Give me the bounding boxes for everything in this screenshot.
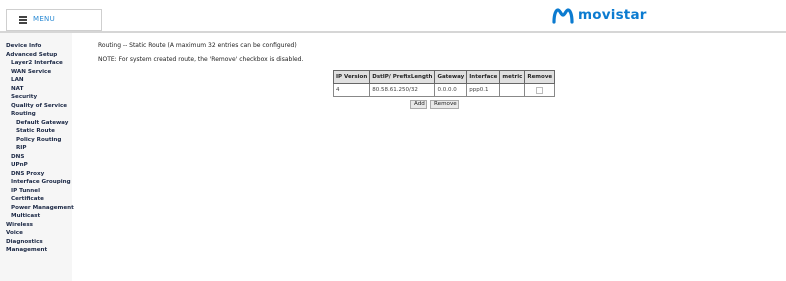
gateway-cell: 0.0.0.0 <box>434 83 468 97</box>
sidebar-item-diagnostics[interactable]: Diagnostics <box>6 239 43 245</box>
remove-cell <box>524 83 556 97</box>
column-header: DstIP/ PrefixLength <box>369 70 436 84</box>
sidebar-item-default-gateway[interactable]: Default Gateway <box>16 120 68 126</box>
sidebar-item-wan-service[interactable]: WAN Service <box>11 69 51 75</box>
sidebar-item-multicast[interactable]: Multicast <box>11 213 40 219</box>
column-header: metric <box>499 70 526 84</box>
sidebar-item-rip[interactable]: RIP <box>16 145 27 151</box>
page-title: Routing -- Static Route (A maximum 32 en… <box>98 42 297 49</box>
sidebar-item-nat[interactable]: NAT <box>11 86 23 92</box>
brand-name: movistar <box>578 7 647 23</box>
sidebar-item-quality-of-service[interactable]: Quality of Service <box>11 103 67 109</box>
column-header: IP Version <box>332 70 371 84</box>
top-bar: MENU movistar <box>0 0 786 32</box>
sidebar-item-layer2-interface[interactable]: Layer2 Interface <box>11 60 63 66</box>
sidebar-item-dns-proxy[interactable]: DNS Proxy <box>11 171 44 177</box>
metric-cell <box>499 83 526 97</box>
movistar-logo-icon <box>552 8 574 24</box>
add-button[interactable]: Add <box>410 100 427 109</box>
remove-button[interactable]: Remove <box>430 100 459 109</box>
sidebar-item-dns[interactable]: DNS <box>11 154 24 160</box>
sidebar-item-power-management[interactable]: Power Management <box>11 205 74 211</box>
column-header: Gateway <box>434 70 468 84</box>
menu-label: MENU <box>33 15 56 23</box>
sidebar-item-lan[interactable]: LAN <box>11 77 24 83</box>
table-header-row: IP Version DstIP/ PrefixLength Gateway I… <box>332 70 556 84</box>
sidebar-item-policy-routing[interactable]: Policy Routing <box>16 137 61 143</box>
menu-button[interactable]: MENU <box>6 9 102 31</box>
ip-version-cell: 4 <box>332 83 371 97</box>
sidebar: Device Info Advanced Setup Layer2 Interf… <box>0 33 74 281</box>
dst-prefix-cell: 80.58.61.250/32 <box>369 83 436 97</box>
sidebar-item-voice[interactable]: Voice <box>6 230 23 236</box>
column-header: Interface <box>466 70 501 84</box>
table-row: 4 80.58.61.250/32 0.0.0.0 ppp0.1 <box>332 83 556 97</box>
hamburger-icon <box>19 16 27 24</box>
header-divider <box>0 31 786 33</box>
interface-cell: ppp0.1 <box>466 83 501 97</box>
remove-checkbox <box>536 86 544 94</box>
sidebar-item-certificate[interactable]: Certificate <box>11 196 44 202</box>
sidebar-item-device-info[interactable]: Device Info <box>6 43 41 49</box>
sidebar-item-static-route[interactable]: Static Route <box>16 128 55 134</box>
sidebar-item-wireless[interactable]: Wireless <box>6 222 33 228</box>
sidebar-item-advanced-setup[interactable]: Advanced Setup <box>6 52 57 58</box>
sidebar-item-routing[interactable]: Routing <box>11 111 36 117</box>
static-route-table: IP Version DstIP/ PrefixLength Gateway I… <box>332 70 556 97</box>
page-note: NOTE: For system created route, the 'Rem… <box>98 56 304 63</box>
sidebar-item-management[interactable]: Management <box>6 247 47 253</box>
sidebar-item-ip-tunnel[interactable]: IP Tunnel <box>11 188 40 194</box>
sidebar-item-interface-grouping[interactable]: Interface Grouping <box>11 179 71 185</box>
sidebar-item-security[interactable]: Security <box>11 94 37 100</box>
column-header: Remove <box>524 70 556 84</box>
sidebar-item-upnp[interactable]: UPnP <box>11 162 28 168</box>
